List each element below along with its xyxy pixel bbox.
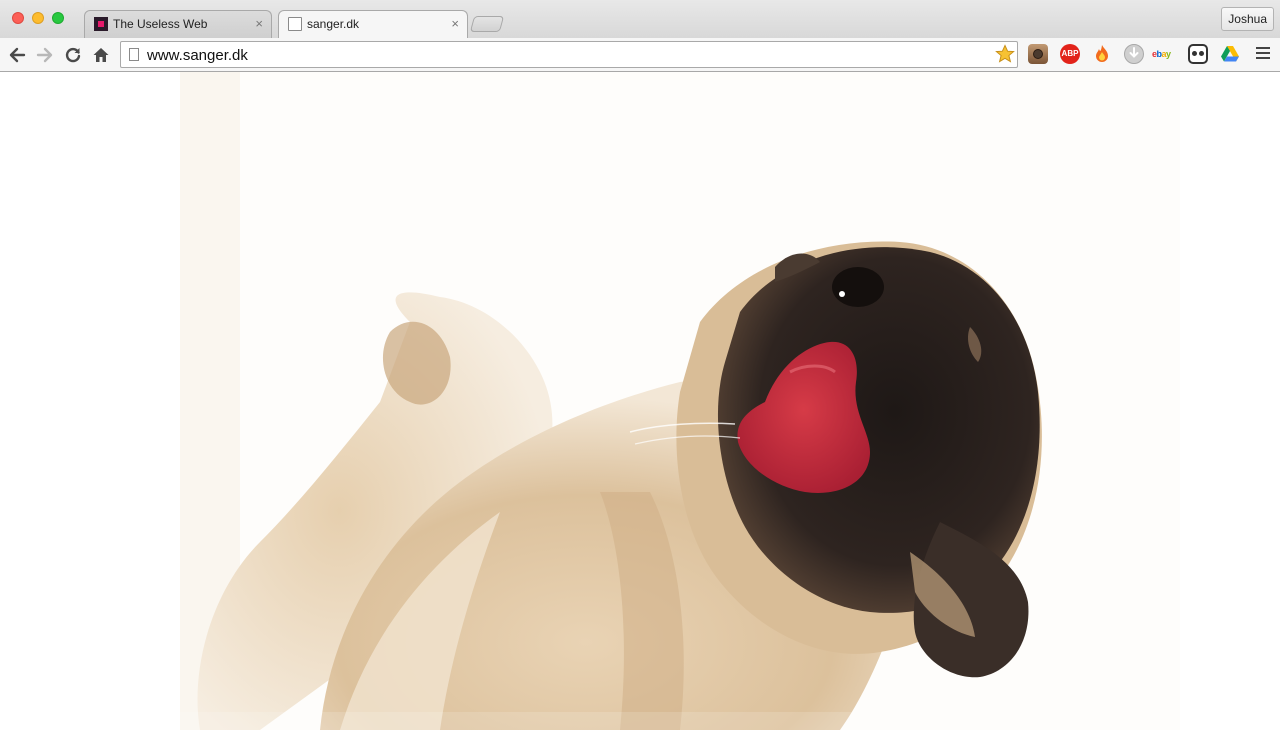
ebay-letter: y (1166, 49, 1171, 59)
browser-toolbar: www.sanger.dk ABP ebay (0, 38, 1280, 72)
tab-title: The Useless Web (113, 17, 208, 31)
home-icon (93, 48, 109, 62)
bookmark-star-icon[interactable] (995, 43, 1015, 69)
instagram-icon[interactable] (1028, 44, 1048, 64)
window-minimize-button[interactable] (32, 12, 44, 24)
fire-icon[interactable] (1092, 44, 1112, 64)
page-viewport[interactable] (0, 72, 1280, 730)
profile-button[interactable]: Joshua (1221, 7, 1274, 31)
new-tab-button[interactable] (469, 16, 505, 32)
home-button[interactable] (89, 43, 113, 67)
page-info-icon[interactable] (129, 48, 139, 61)
back-arrow-icon (9, 47, 26, 63)
forward-button[interactable] (33, 43, 57, 67)
address-bar[interactable]: www.sanger.dk (120, 41, 1018, 68)
reload-icon (65, 47, 81, 63)
google-drive-icon[interactable] (1220, 44, 1240, 64)
forward-arrow-icon (36, 47, 53, 63)
pug-image (180, 72, 1180, 730)
ebay-icon[interactable]: ebay (1152, 44, 1178, 64)
browser-window: The Useless Web × sanger.dk × Joshua www… (0, 0, 1280, 730)
tab-close-icon[interactable]: × (451, 16, 459, 31)
chrome-menu-button[interactable] (1256, 47, 1270, 61)
useless-web-favicon-icon (94, 17, 108, 31)
back-button[interactable] (5, 43, 29, 67)
reload-button[interactable] (61, 43, 85, 67)
tab-strip: The Useless Web × sanger.dk × Joshua (0, 0, 1280, 38)
download-icon[interactable] (1124, 44, 1144, 64)
page-icon (288, 17, 302, 31)
window-close-button[interactable] (12, 12, 24, 24)
window-maximize-button[interactable] (52, 12, 64, 24)
owl-icon[interactable] (1188, 44, 1208, 64)
tab-title: sanger.dk (307, 17, 360, 31)
menu-line (1256, 52, 1270, 54)
tab-close-icon[interactable]: × (255, 16, 263, 31)
url-text[interactable]: www.sanger.dk (147, 47, 248, 64)
menu-line (1256, 57, 1270, 59)
tab-sanger-dk[interactable]: sanger.dk × (278, 10, 468, 38)
adblock-plus-icon[interactable]: ABP (1060, 44, 1080, 64)
menu-line (1256, 47, 1270, 49)
tab-the-useless-web[interactable]: The Useless Web × (84, 10, 272, 38)
